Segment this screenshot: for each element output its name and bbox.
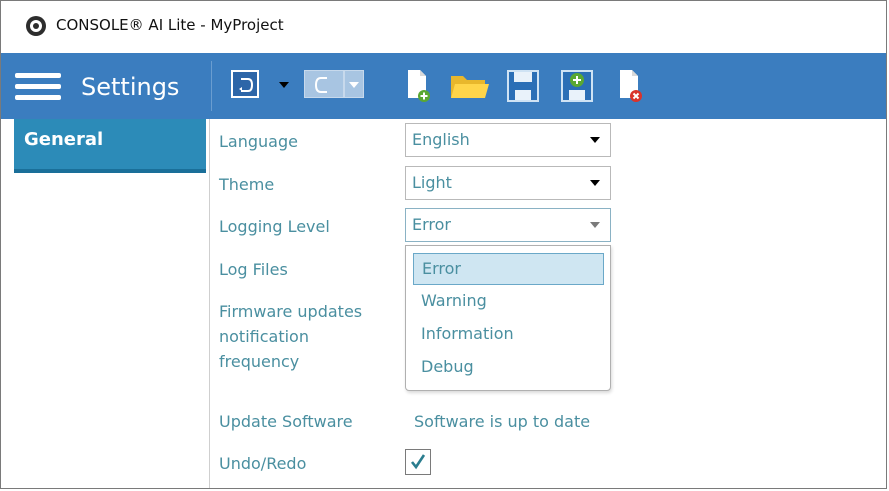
logging-level-select[interactable]: Error xyxy=(405,208,611,242)
checkmark-icon xyxy=(410,454,426,470)
dropdown-option-debug[interactable]: Debug xyxy=(413,352,604,384)
update-status-text: Software is up to date xyxy=(414,412,591,431)
folder-open-icon xyxy=(451,76,489,98)
chevron-down-icon xyxy=(590,137,600,143)
sidebar-item-label: General xyxy=(24,129,104,150)
redo-dropdown-icon[interactable] xyxy=(344,70,364,98)
app-window: CONSOLE® AI Lite - MyProject Settings Ge… xyxy=(0,0,887,489)
logging-level-dropdown: Error Warning Information Debug xyxy=(405,245,611,391)
window-title: CONSOLE® AI Lite - MyProject xyxy=(56,16,284,34)
theme-value: Light xyxy=(412,173,452,192)
chevron-down-icon xyxy=(590,180,600,186)
open-folder-button[interactable] xyxy=(447,68,493,104)
app-logo-icon xyxy=(26,16,46,36)
redo-button[interactable] xyxy=(304,68,364,104)
page-title: Settings xyxy=(81,73,180,101)
theme-label: Theme xyxy=(219,175,275,194)
save-as-button[interactable] xyxy=(559,68,595,104)
save-as-icon xyxy=(561,70,593,102)
toolbar: Settings xyxy=(1,53,886,119)
update-software-label: Update Software xyxy=(219,412,353,431)
sidebar-item-general[interactable]: General xyxy=(14,119,206,173)
language-select[interactable]: English xyxy=(405,123,611,157)
logging-level-label: Logging Level xyxy=(219,217,330,236)
dropdown-option-warning[interactable]: Warning xyxy=(413,286,604,318)
dropdown-option-information[interactable]: Information xyxy=(413,319,604,351)
undo-icon xyxy=(231,70,259,98)
theme-select[interactable]: Light xyxy=(405,166,611,200)
undo-redo-checkbox[interactable] xyxy=(405,449,431,475)
logging-level-value: Error xyxy=(412,215,451,234)
close-file-icon xyxy=(620,70,642,102)
undo-button[interactable] xyxy=(231,68,289,104)
hamburger-menu-icon[interactable] xyxy=(15,73,61,101)
sidebar: General xyxy=(1,119,210,488)
dropdown-option-error[interactable]: Error xyxy=(413,253,604,285)
log-files-label: Log Files xyxy=(219,260,288,279)
title-bar: CONSOLE® AI Lite - MyProject xyxy=(1,1,886,54)
new-file-icon xyxy=(408,70,430,102)
redo-icon xyxy=(304,70,344,98)
chevron-down-icon xyxy=(590,222,600,228)
undo-dropdown-icon[interactable] xyxy=(279,82,289,88)
firmware-notification-label-line-3: frequency xyxy=(219,352,300,371)
undo-redo-label: Undo/Redo xyxy=(219,454,307,473)
firmware-notification-label-line-2: notification xyxy=(219,327,309,346)
language-label: Language xyxy=(219,132,298,151)
save-icon xyxy=(507,70,539,102)
toolbar-divider xyxy=(211,61,212,111)
close-file-button[interactable] xyxy=(615,68,645,104)
language-value: English xyxy=(412,130,470,149)
save-button[interactable] xyxy=(505,68,541,104)
new-file-button[interactable] xyxy=(403,68,433,104)
firmware-notification-label-line-1: Firmware updates xyxy=(219,302,363,321)
